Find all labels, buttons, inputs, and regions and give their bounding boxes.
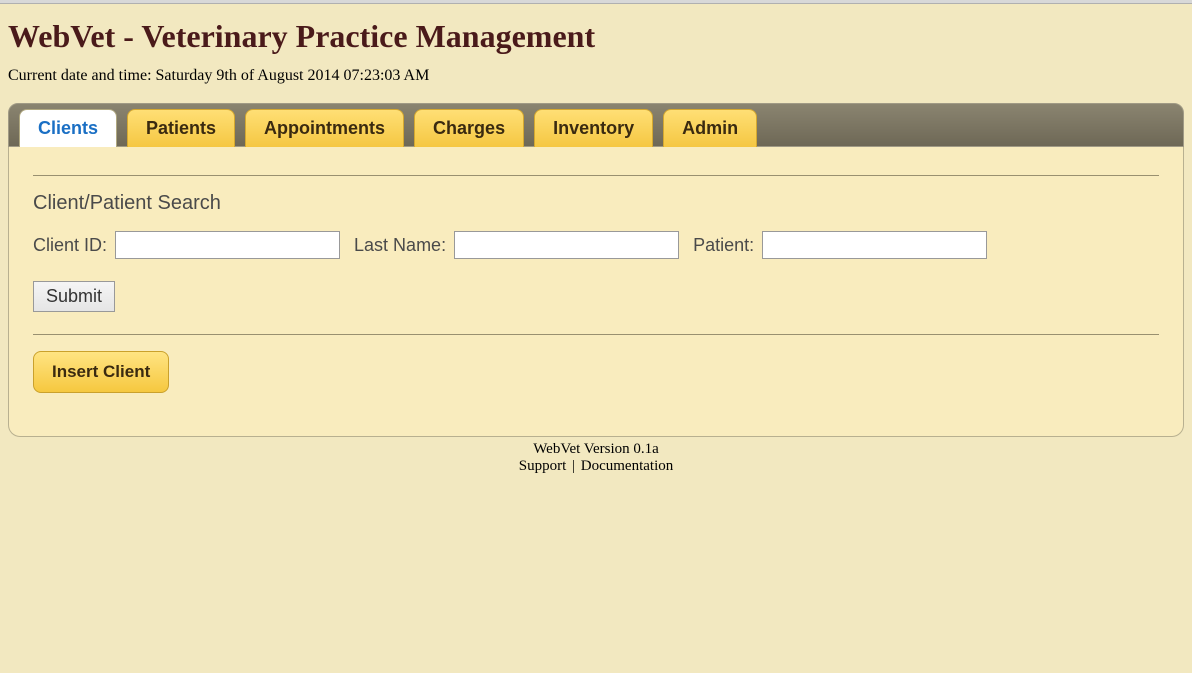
- submit-button[interactable]: Submit: [33, 281, 115, 312]
- last-name-label: Last Name:: [354, 235, 446, 256]
- footer-separator: |: [566, 458, 581, 474]
- divider-top: [33, 175, 1159, 176]
- tab-container: Clients Patients Appointments Charges In…: [8, 103, 1184, 437]
- search-section-title: Client/Patient Search: [33, 192, 1159, 215]
- tab-admin[interactable]: Admin: [663, 109, 757, 147]
- divider-bottom: [33, 334, 1159, 335]
- last-name-input[interactable]: [454, 231, 679, 259]
- tabs-bar: Clients Patients Appointments Charges In…: [8, 103, 1184, 147]
- insert-client-button[interactable]: Insert Client: [33, 351, 169, 393]
- footer-documentation-link[interactable]: Documentation: [581, 458, 673, 474]
- tab-patients[interactable]: Patients: [127, 109, 235, 147]
- page-title: WebVet - Veterinary Practice Management: [0, 4, 1192, 63]
- tab-content-clients: Client/Patient Search Client ID: Last Na…: [8, 147, 1184, 437]
- search-form-row: Client ID: Last Name: Patient:: [33, 231, 1159, 259]
- current-datetime: Current date and time: Saturday 9th of A…: [0, 63, 1192, 103]
- footer-support-link[interactable]: Support: [519, 458, 567, 474]
- patient-input[interactable]: [762, 231, 987, 259]
- client-id-input[interactable]: [115, 231, 340, 259]
- footer: WebVet Version 0.1a Support | Documentat…: [0, 441, 1192, 475]
- footer-version: WebVet Version 0.1a: [0, 441, 1192, 458]
- tab-inventory[interactable]: Inventory: [534, 109, 653, 147]
- tab-clients[interactable]: Clients: [19, 109, 117, 147]
- footer-links: Support | Documentation: [0, 458, 1192, 475]
- client-id-label: Client ID:: [33, 235, 107, 256]
- patient-label: Patient:: [693, 235, 754, 256]
- tab-appointments[interactable]: Appointments: [245, 109, 404, 147]
- tab-charges[interactable]: Charges: [414, 109, 524, 147]
